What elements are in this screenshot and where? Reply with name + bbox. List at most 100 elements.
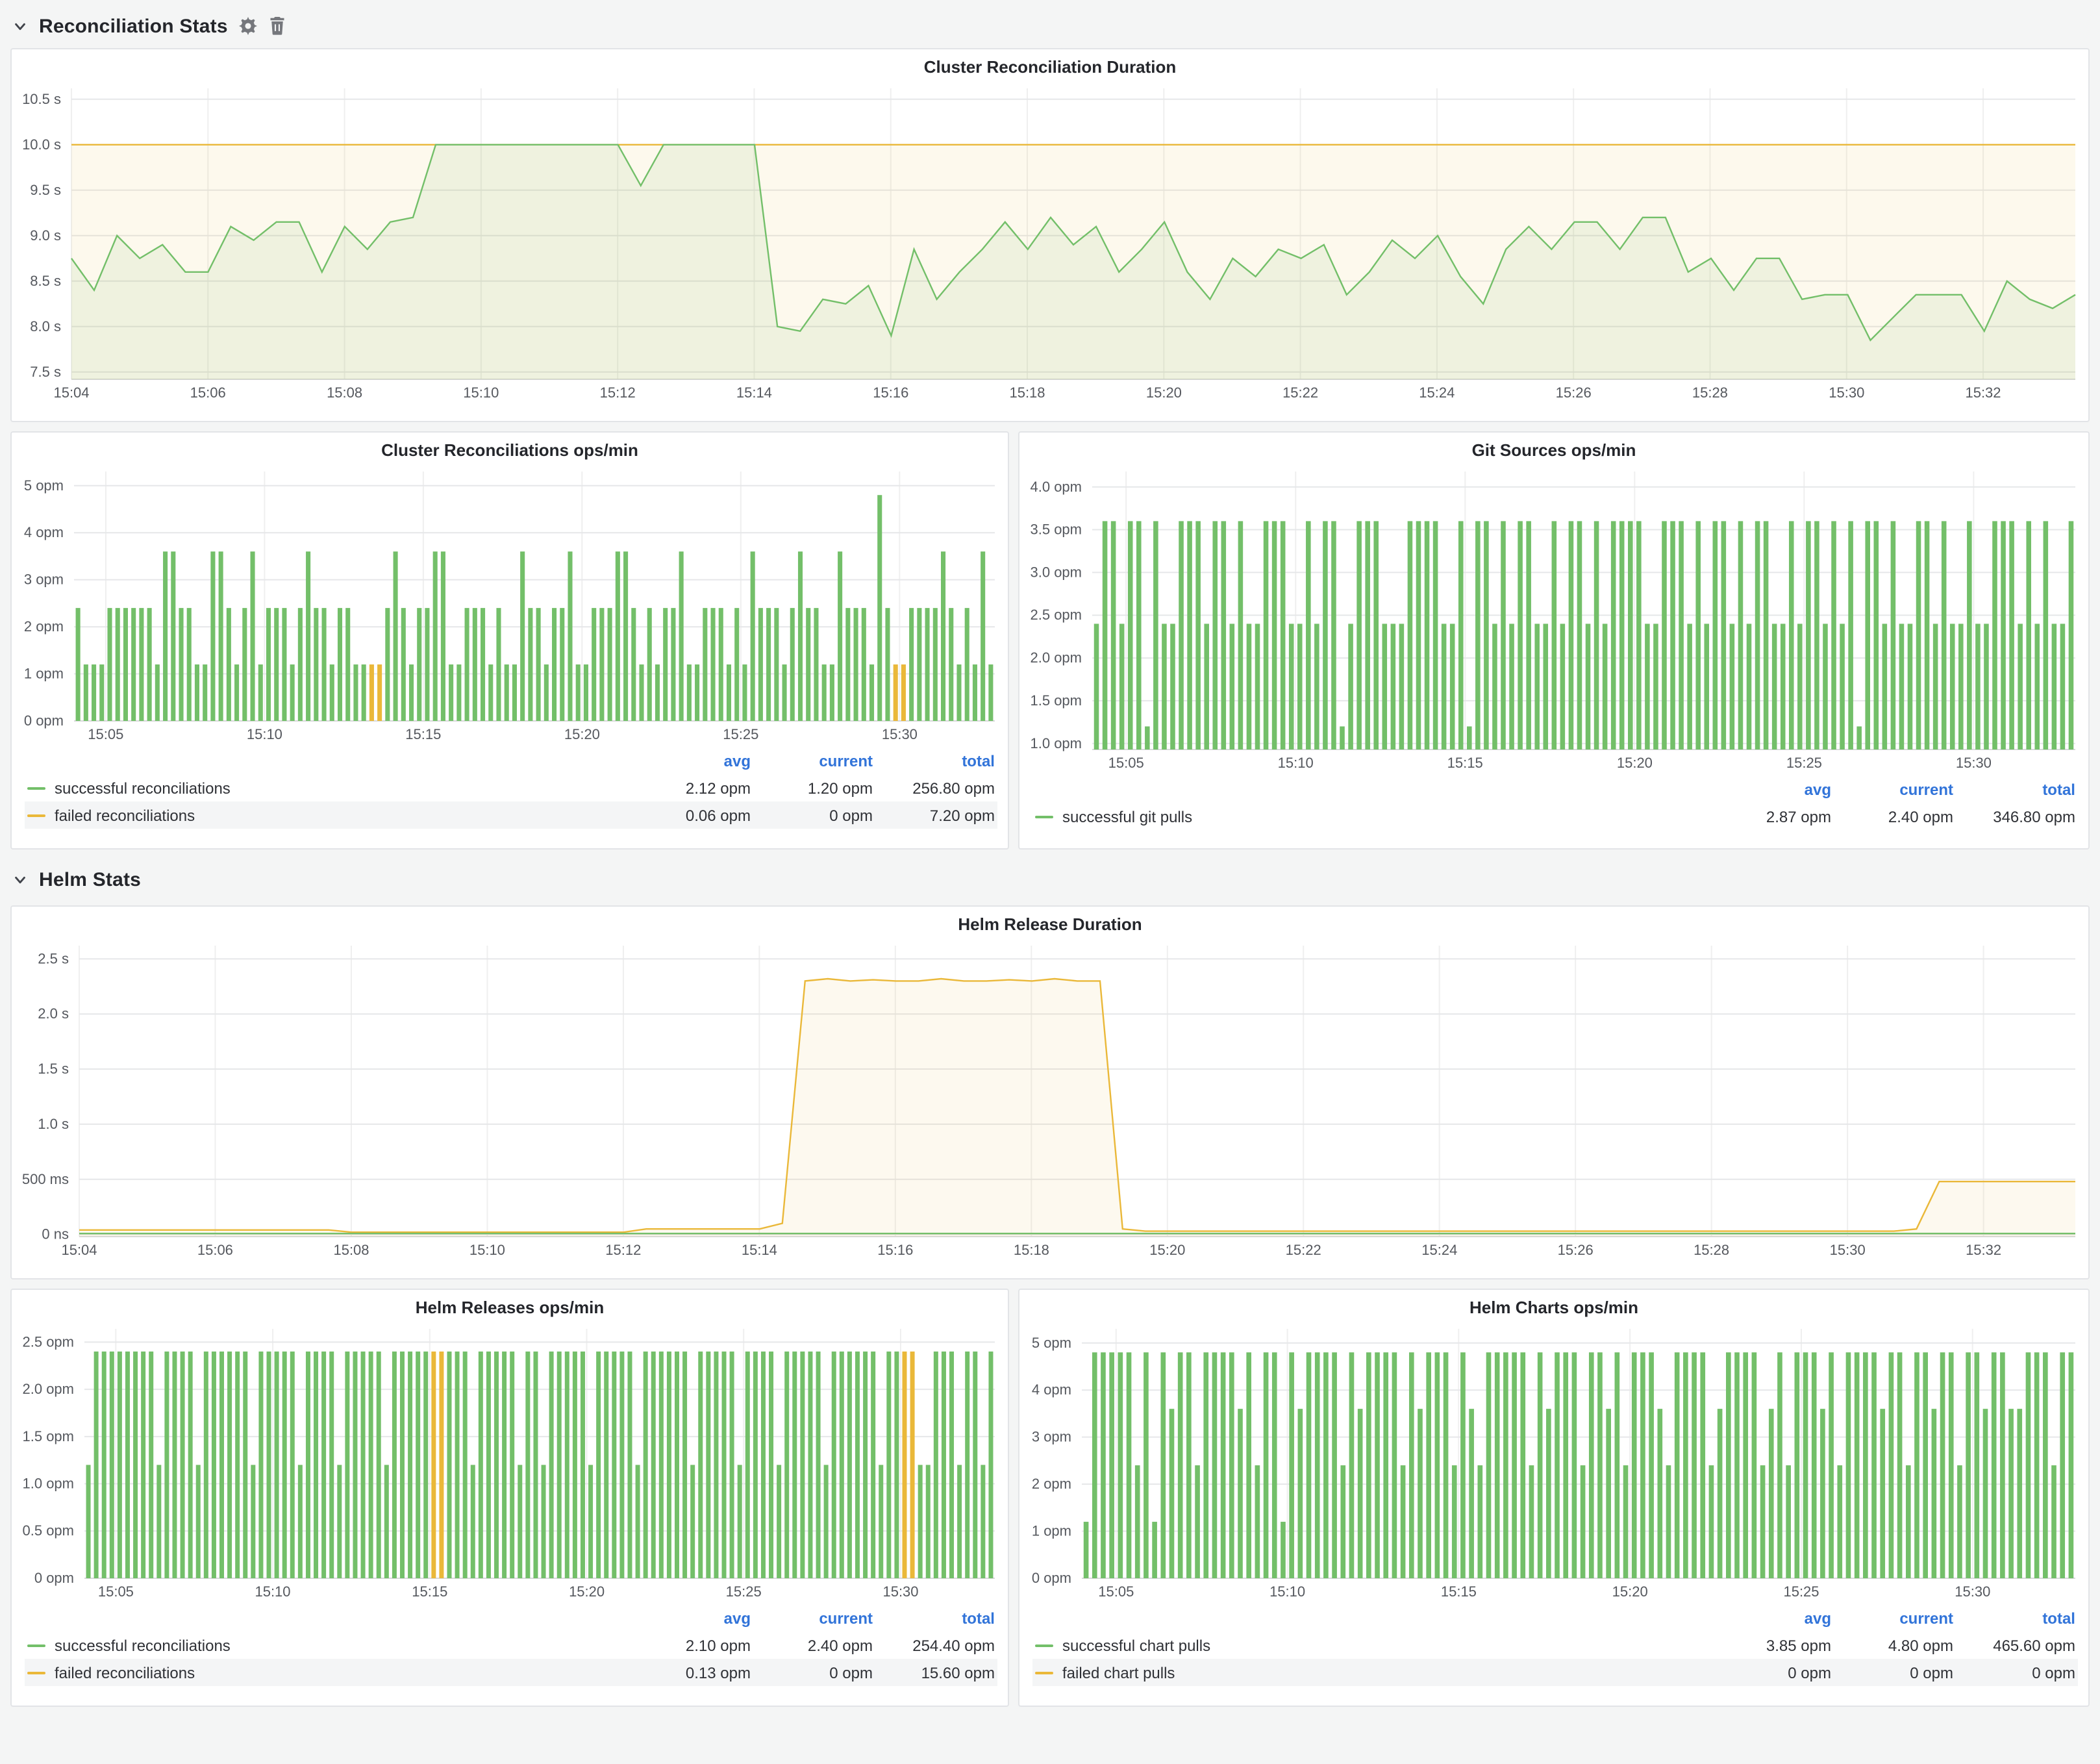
legend-header[interactable]: current <box>1831 780 1953 798</box>
gear-icon[interactable] <box>240 17 258 35</box>
panel-helm-release-duration: Helm Release Duration 0 ns500 ms1.0 s1.5… <box>10 905 2090 1279</box>
panel-title[interactable]: Helm Releases ops/min <box>12 1290 1008 1318</box>
legend-value: 4.80 opm <box>1831 1636 1953 1654</box>
legend-series-label[interactable]: failed chart pulls <box>1035 1663 1709 1682</box>
svg-text:10.0 s: 10.0 s <box>22 136 61 153</box>
chart-canvas[interactable]: 1.0 opm1.5 opm2.0 opm2.5 opm3.0 opm3.5 o… <box>1019 461 2088 775</box>
svg-text:15:26: 15:26 <box>1556 384 1592 401</box>
svg-text:2 opm: 2 opm <box>24 618 64 635</box>
legend-header[interactable]: total <box>873 751 995 770</box>
panel-title[interactable]: Git Sources ops/min <box>1019 433 2088 461</box>
chart-helm-release-duration[interactable]: 0 ns500 ms1.0 s1.5 s2.0 s2.5 s15:0415:06… <box>12 935 2088 1263</box>
legend-header[interactable]: total <box>873 1609 995 1627</box>
legend-header[interactable]: avg <box>1709 780 1831 798</box>
legend-header-row: avgcurrenttotal <box>25 747 997 774</box>
svg-text:15:30: 15:30 <box>882 726 918 742</box>
panel-title[interactable]: Cluster Reconciliation Duration <box>12 49 2088 78</box>
chart-canvas[interactable]: 0 opm1 opm2 opm3 opm4 opm5 opm15:0515:10… <box>12 461 1008 747</box>
legend-header[interactable]: avg <box>629 751 751 770</box>
svg-text:15:20: 15:20 <box>569 1583 605 1600</box>
legend-series-label[interactable]: successful git pulls <box>1035 807 1709 825</box>
trash-icon[interactable] <box>269 17 286 35</box>
legend-value: 256.80 opm <box>873 779 995 797</box>
legend-header[interactable]: current <box>751 1609 873 1627</box>
svg-text:15:08: 15:08 <box>327 384 362 401</box>
svg-text:15:28: 15:28 <box>1694 1242 1729 1258</box>
svg-text:1.5 opm: 1.5 opm <box>23 1428 75 1444</box>
svg-text:15:24: 15:24 <box>1419 384 1455 401</box>
chart-canvas[interactable]: 0 ns500 ms1.0 s1.5 s2.0 s2.5 s15:0415:06… <box>12 935 2088 1263</box>
panel-helm-releases-opm: Helm Releases ops/min 0 opm0.5 opm1.0 op… <box>10 1289 1009 1707</box>
legend-series-label[interactable]: failed reconciliations <box>27 806 629 824</box>
chart-git-sources-opm[interactable]: 1.0 opm1.5 opm2.0 opm2.5 opm3.0 opm3.5 o… <box>1019 461 2088 775</box>
chart-cluster-reconciliation-duration[interactable]: 7.5 s8.0 s8.5 s9.0 s9.5 s10.0 s10.5 s15:… <box>12 78 2088 405</box>
legend-series-label[interactable]: successful chart pulls <box>1035 1636 1709 1654</box>
svg-text:5 opm: 5 opm <box>1032 1335 1071 1351</box>
legend-header[interactable]: current <box>751 751 873 770</box>
legend-series-label[interactable]: successful reconciliations <box>27 779 629 797</box>
legend-header[interactable]: total <box>1953 1609 2075 1627</box>
svg-text:2 opm: 2 opm <box>1032 1476 1071 1492</box>
svg-text:15:25: 15:25 <box>1783 1583 1819 1600</box>
legend-row: successful git pulls2.87 opm2.40 opm346.… <box>1032 803 2078 830</box>
legend-header[interactable]: avg <box>629 1609 751 1627</box>
chevron-down-icon <box>13 872 27 887</box>
legend-value: 15.60 opm <box>873 1663 995 1682</box>
svg-text:15:25: 15:25 <box>726 1583 762 1600</box>
legend-header[interactable]: current <box>1831 1609 1953 1627</box>
chart-helm-charts-opm[interactable]: 0 opm1 opm2 opm3 opm4 opm5 opm15:0515:10… <box>1019 1318 2088 1604</box>
chart-canvas[interactable]: 0 opm1 opm2 opm3 opm4 opm5 opm15:0515:10… <box>1019 1318 2088 1604</box>
svg-text:15:30: 15:30 <box>1955 1583 1990 1600</box>
svg-text:15:05: 15:05 <box>98 1583 134 1600</box>
svg-text:15:20: 15:20 <box>1617 755 1653 771</box>
panel-cluster-reconciliations-opm: Cluster Reconciliations ops/min 0 opm1 o… <box>10 431 1009 850</box>
panel-title[interactable]: Helm Charts ops/min <box>1019 1290 2088 1318</box>
legend-value: 465.60 opm <box>1953 1636 2075 1654</box>
svg-text:0 opm: 0 opm <box>34 1570 74 1586</box>
svg-text:9.0 s: 9.0 s <box>30 227 61 244</box>
svg-text:15:16: 15:16 <box>873 384 908 401</box>
legend: avgcurrenttotal successful reconciliation… <box>12 1604 1008 1686</box>
svg-text:8.0 s: 8.0 s <box>30 318 61 334</box>
svg-text:15:32: 15:32 <box>1966 1242 2001 1258</box>
series-color-swatch <box>27 787 45 789</box>
svg-text:15:10: 15:10 <box>1278 755 1314 771</box>
svg-text:1.5 opm: 1.5 opm <box>1031 692 1082 709</box>
legend-row: failed reconciliations0.06 opm0 opm7.20 … <box>25 801 997 829</box>
legend-series-label[interactable]: successful reconciliations <box>27 1636 629 1654</box>
svg-text:15:14: 15:14 <box>736 384 772 401</box>
svg-text:15:15: 15:15 <box>405 726 441 742</box>
panel-title[interactable]: Cluster Reconciliations ops/min <box>12 433 1008 461</box>
svg-text:15:18: 15:18 <box>1009 384 1045 401</box>
svg-text:15:10: 15:10 <box>255 1583 290 1600</box>
chart-cluster-reconciliations-opm[interactable]: 0 opm1 opm2 opm3 opm4 opm5 opm15:0515:10… <box>12 461 1008 747</box>
chart-canvas[interactable]: 7.5 s8.0 s8.5 s9.0 s9.5 s10.0 s10.5 s15:… <box>12 78 2088 405</box>
legend-series-label[interactable]: failed reconciliations <box>27 1663 629 1682</box>
legend-header-row: avgcurrenttotal <box>1032 1604 2078 1632</box>
svg-text:15:10: 15:10 <box>1269 1583 1305 1600</box>
svg-text:8.5 s: 8.5 s <box>30 273 61 289</box>
svg-text:15:06: 15:06 <box>197 1242 233 1258</box>
svg-text:500 ms: 500 ms <box>22 1171 69 1187</box>
svg-text:15:20: 15:20 <box>1149 1242 1185 1258</box>
svg-text:1.5 s: 1.5 s <box>38 1061 69 1077</box>
svg-text:15:10: 15:10 <box>469 1242 505 1258</box>
svg-text:15:30: 15:30 <box>882 1583 918 1600</box>
svg-text:15:14: 15:14 <box>742 1242 777 1258</box>
svg-text:2.0 opm: 2.0 opm <box>23 1381 75 1397</box>
svg-text:15:05: 15:05 <box>1098 1583 1134 1600</box>
chart-helm-releases-opm[interactable]: 0 opm0.5 opm1.0 opm1.5 opm2.0 opm2.5 opm… <box>12 1318 1008 1604</box>
legend-header[interactable]: total <box>1953 780 2075 798</box>
svg-text:3 opm: 3 opm <box>1032 1429 1071 1445</box>
svg-text:0 opm: 0 opm <box>24 712 64 729</box>
svg-text:3.0 opm: 3.0 opm <box>1031 564 1082 580</box>
svg-text:15:05: 15:05 <box>88 726 123 742</box>
row-header-helm-stats[interactable]: Helm Stats <box>10 861 2090 898</box>
legend-header[interactable]: avg <box>1709 1609 1831 1627</box>
svg-text:0 opm: 0 opm <box>1032 1570 1071 1586</box>
row-header-reconciliation-stats[interactable]: Reconciliation Stats <box>10 8 2090 44</box>
chart-canvas[interactable]: 0 opm0.5 opm1.0 opm1.5 opm2.0 opm2.5 opm… <box>12 1318 1008 1604</box>
panel-title[interactable]: Helm Release Duration <box>12 907 2088 935</box>
svg-text:7.5 s: 7.5 s <box>30 364 61 380</box>
svg-text:15:22: 15:22 <box>1282 384 1318 401</box>
